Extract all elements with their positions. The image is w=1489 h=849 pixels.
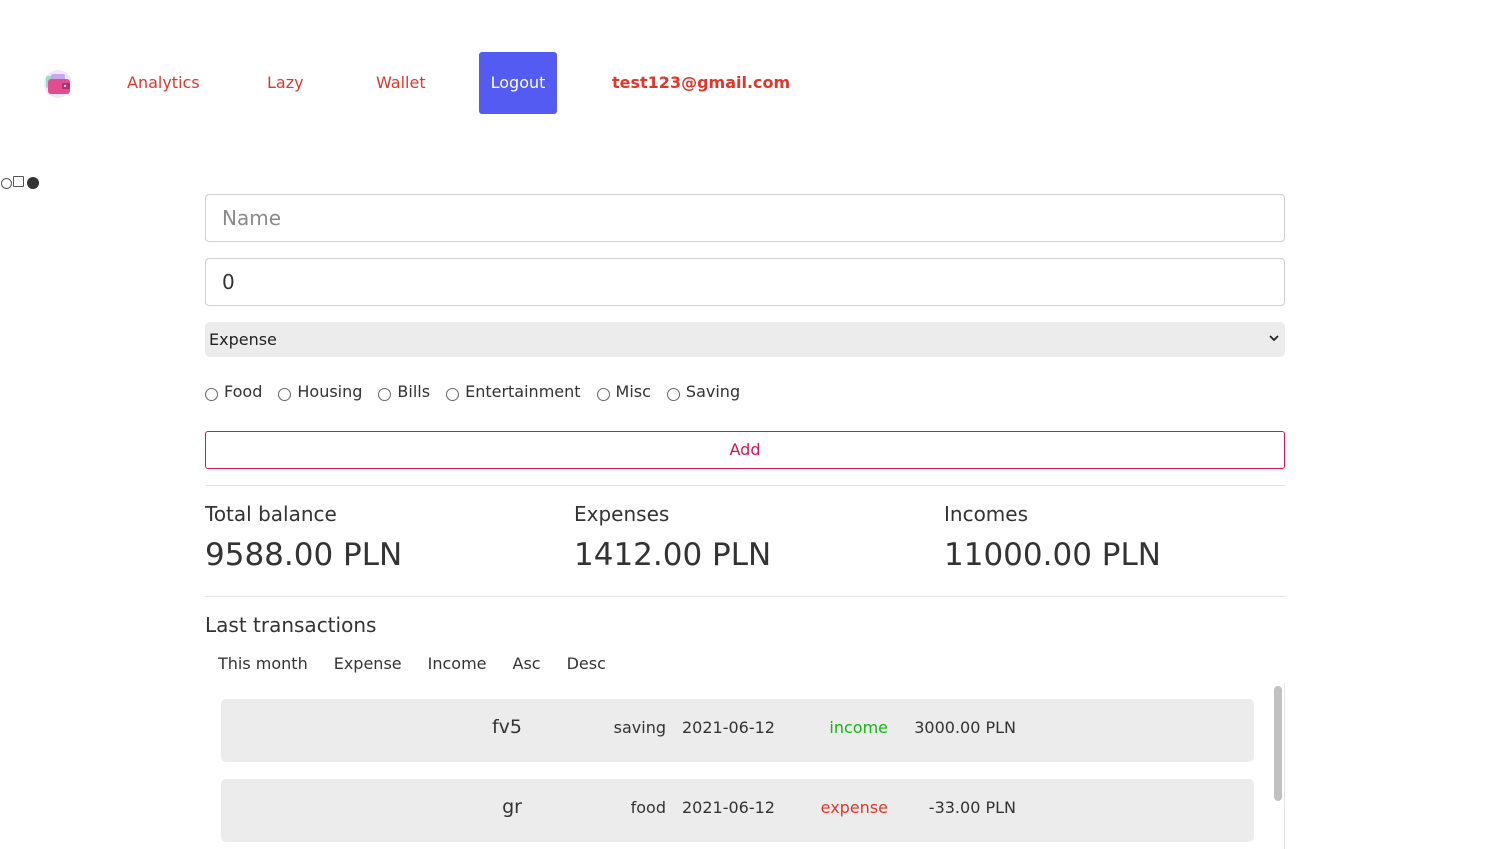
add-button[interactable]: Add bbox=[205, 431, 1285, 469]
transaction-category: food bbox=[630, 798, 666, 817]
category-label: Entertainment bbox=[465, 381, 581, 401]
transactions-list[interactable]: fv5 saving 2021-06-12 income 3000.00 PLN… bbox=[220, 683, 1285, 849]
category-entertainment[interactable]: Entertainment bbox=[446, 381, 581, 401]
chevron-down-icon bbox=[1269, 322, 1279, 357]
category-saving[interactable]: Saving bbox=[666, 381, 741, 401]
filter-income[interactable]: Income bbox=[428, 653, 487, 675]
incomes-value: 11000.00 PLN bbox=[944, 537, 1161, 573]
category-misc[interactable]: Misc bbox=[596, 381, 651, 401]
theme-radio-dark[interactable] bbox=[27, 177, 39, 189]
filter-this-month[interactable]: This month bbox=[218, 653, 308, 675]
category-housing[interactable]: Housing bbox=[278, 382, 362, 401]
transaction-row[interactable]: gr food 2021-06-12 expense -33.00 PLN bbox=[221, 779, 1254, 842]
theme-switcher bbox=[1, 175, 39, 190]
transaction-category: saving bbox=[613, 718, 666, 737]
total-balance-value: 9588.00 PLN bbox=[205, 537, 403, 573]
category-label: Housing bbox=[297, 381, 363, 401]
divider bbox=[205, 485, 1285, 486]
transaction-type: expense bbox=[820, 798, 888, 817]
nav-link-analytics[interactable]: Analytics bbox=[127, 52, 200, 114]
radio-icon[interactable] bbox=[378, 387, 392, 401]
name-input[interactable]: Name bbox=[205, 194, 1285, 242]
sort-desc[interactable]: Desc bbox=[567, 653, 606, 675]
transaction-name: fv5 bbox=[491, 716, 522, 738]
transaction-filters: This month Expense Income Asc Desc bbox=[218, 653, 632, 675]
transaction-date: 2021-06-12 bbox=[682, 798, 775, 817]
theme-radio-light[interactable] bbox=[1, 177, 12, 189]
total-balance-label: Total balance bbox=[205, 502, 337, 526]
category-bills[interactable]: Bills bbox=[378, 382, 430, 401]
theme-checkbox[interactable] bbox=[13, 175, 24, 187]
category-food[interactable]: Food bbox=[205, 382, 262, 401]
radio-icon[interactable] bbox=[278, 387, 292, 401]
expenses-stat: Expenses 1412.00 PLN bbox=[574, 500, 771, 573]
category-label: Misc bbox=[615, 381, 651, 401]
incomes-stat: Incomes 11000.00 PLN bbox=[944, 500, 1161, 573]
transaction-date: 2021-06-12 bbox=[682, 718, 775, 737]
last-transactions-title: Last transactions bbox=[205, 613, 377, 637]
amount-input[interactable]: 0 bbox=[205, 258, 1285, 306]
radio-icon[interactable] bbox=[596, 387, 610, 401]
type-select[interactable]: Expense bbox=[205, 322, 1285, 357]
expenses-label: Expenses bbox=[574, 502, 670, 526]
main-container: Name 0 Expense Food Housing Bills Entert… bbox=[205, 0, 1285, 849]
divider bbox=[205, 596, 1285, 597]
scrollbar-thumb[interactable] bbox=[1274, 686, 1282, 801]
total-balance-stat: Total balance 9588.00 PLN bbox=[205, 500, 402, 573]
wallet-logo-icon[interactable] bbox=[42, 68, 74, 100]
expenses-value: 1412.00 PLN bbox=[574, 537, 772, 573]
radio-icon[interactable] bbox=[446, 387, 460, 401]
category-label: Bills bbox=[397, 381, 431, 401]
category-radio-group: Food Housing Bills Entertainment Misc Sa… bbox=[205, 380, 756, 402]
radio-icon[interactable] bbox=[205, 387, 218, 401]
transaction-type: income bbox=[829, 718, 888, 737]
transaction-row[interactable]: fv5 saving 2021-06-12 income 3000.00 PLN bbox=[221, 699, 1254, 762]
type-select-value: Expense bbox=[209, 330, 277, 349]
filter-expense[interactable]: Expense bbox=[334, 653, 402, 675]
incomes-label: Incomes bbox=[944, 502, 1029, 526]
radio-icon[interactable] bbox=[666, 387, 680, 401]
transaction-amount: -33.00 PLN bbox=[928, 798, 1016, 817]
transaction-amount: 3000.00 PLN bbox=[914, 718, 1016, 737]
category-label: Food bbox=[224, 381, 263, 401]
category-label: Saving bbox=[685, 381, 741, 401]
transaction-name: gr bbox=[502, 796, 522, 818]
sort-asc[interactable]: Asc bbox=[513, 653, 541, 675]
